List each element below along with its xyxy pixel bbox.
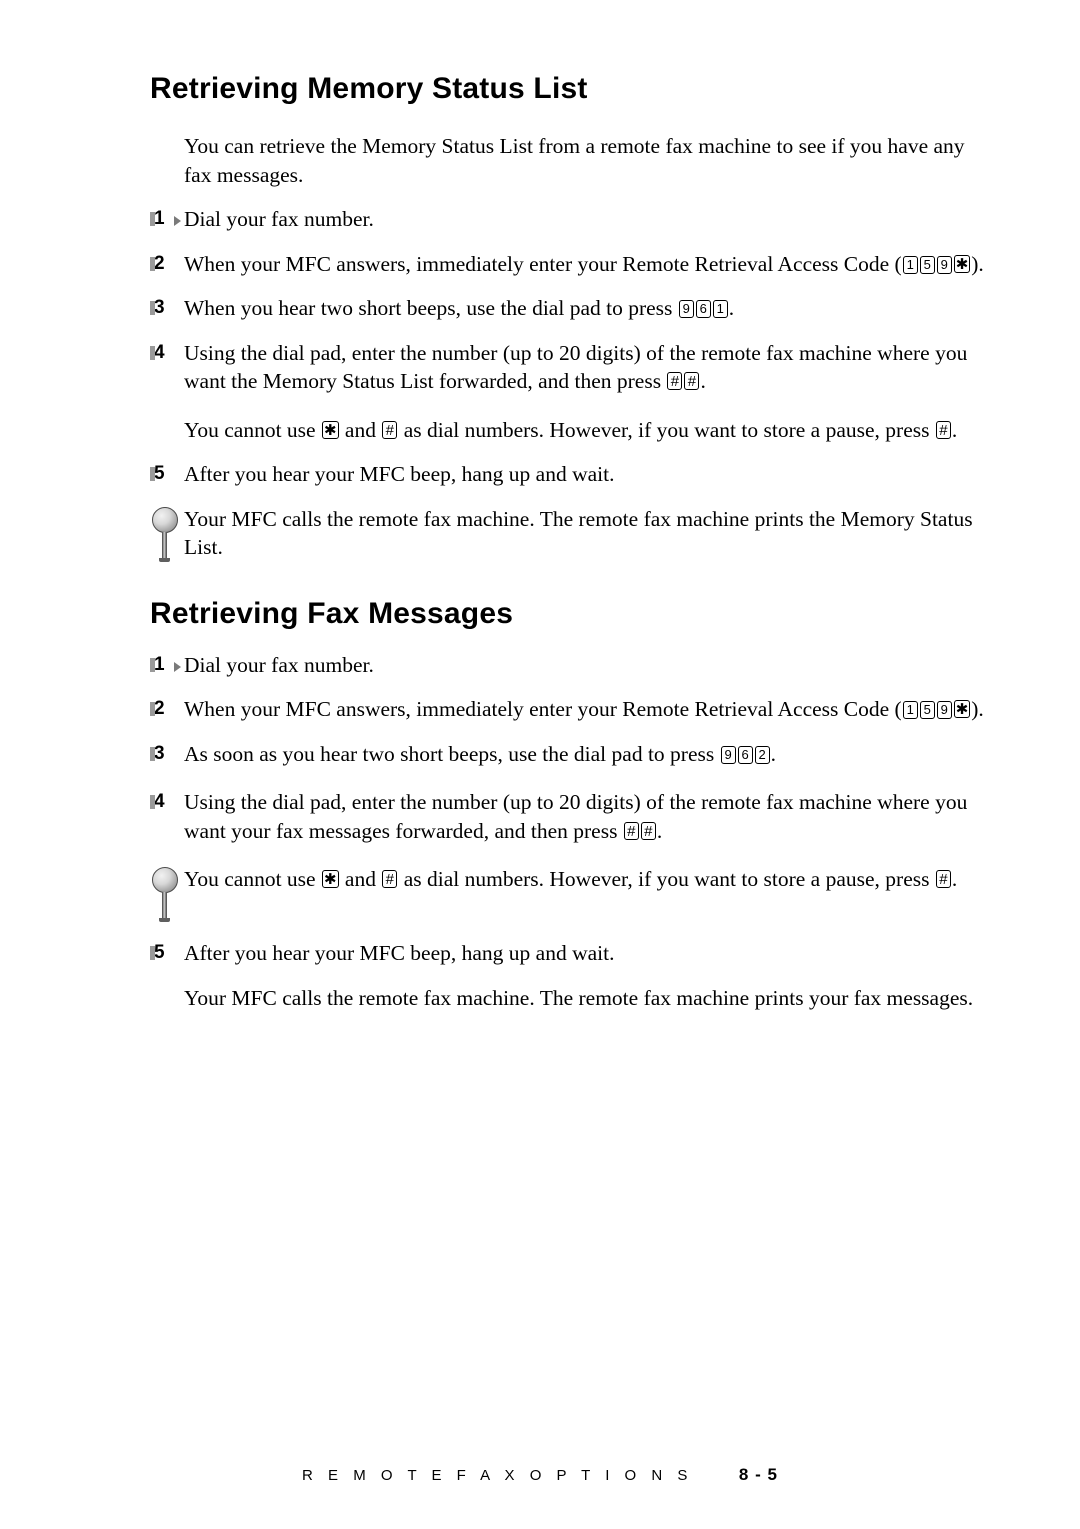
dial-key-9: 9 (678, 300, 694, 318)
step-number: 5 (150, 939, 184, 968)
page-content: Retrieving Memory Status List You can re… (150, 72, 995, 1012)
section1-intro: You can retrieve the Memory Status List … (184, 134, 965, 187)
section2-step-2: 2 When your MFC answers, immediately ent… (150, 695, 995, 724)
step-number: 4 (150, 339, 184, 368)
dial-key-9: 9 (720, 745, 736, 764)
step-number: 1 (150, 205, 184, 234)
step-text: After you hear your MFC beep, hang up an… (184, 941, 615, 965)
step-number: 3 (150, 740, 184, 769)
section1-note: You cannot use ✱ and # as dial numbers. … (184, 417, 958, 442)
dial-key-hash: # (935, 870, 951, 888)
section2-closing: Your MFC calls the remote fax machine. T… (184, 985, 974, 1010)
lightbulb-base (159, 918, 170, 922)
section2-step-4: 4 Using the dial pad, enter the number (… (150, 788, 995, 845)
footer-page-number: 8 - 5 (738, 1465, 778, 1484)
dial-key-hash: # (935, 420, 951, 439)
section1-step-4: 4 Using the dial pad, enter the number (… (150, 339, 995, 396)
lightbulb-icon (150, 505, 184, 563)
page-footer: R E M O T E F A X O P T I O N S 8 - 5 (0, 1465, 1080, 1485)
step-text: As soon as you hear two short beeps, use… (184, 741, 776, 766)
lightbulb-icon (150, 865, 184, 923)
dial-key-5: 5 (919, 255, 935, 274)
lightbulb-glass (152, 506, 178, 533)
document-page: Retrieving Memory Status List You can re… (0, 0, 1080, 1529)
dial-key-star: ✱ (321, 870, 339, 888)
dial-key-hash: # (667, 372, 683, 390)
dial-key-star: ✱ (321, 420, 339, 439)
step-text: Using the dial pad, enter the number (up… (184, 340, 968, 394)
lightbulb-stem (162, 531, 167, 560)
section2-title: Retrieving Fax Messages (150, 596, 514, 630)
dial-key-2: 2 (754, 745, 770, 764)
dial-key-star: ✱ (953, 254, 971, 273)
dial-key-hash: # (684, 372, 700, 390)
dial-key-hash: # (382, 870, 398, 888)
section2-step-1: 1 Dial your fax number. (150, 651, 995, 680)
step-text: Dial your fax number. (184, 207, 374, 231)
step-number: 1 (150, 651, 184, 680)
dial-key-5: 5 (919, 701, 935, 719)
step-text: When your MFC answers, immediately enter… (184, 697, 984, 721)
lightbulb-stem (162, 892, 167, 920)
section1-bulb-note: Your MFC calls the remote fax machine. T… (150, 505, 995, 563)
dial-key-1: 1 (902, 255, 918, 274)
step-number: 2 (150, 695, 184, 724)
lightbulb-base (159, 557, 170, 562)
lightbulb-glass (152, 867, 178, 893)
bulb-note-text: Your MFC calls the remote fax machine. T… (184, 506, 973, 560)
dial-key-hash: # (623, 821, 639, 840)
step-text: When you hear two short beeps, use the d… (184, 296, 735, 320)
bulb-note-text: You cannot use ✱ and # as dial numbers. … (184, 867, 958, 891)
section1-step-3: 3 When you hear two short beeps, use the… (150, 294, 995, 323)
step-number: 4 (150, 788, 184, 817)
step-text: Dial your fax number. (184, 652, 374, 677)
step-text: Using the dial pad, enter the number (up… (184, 790, 968, 843)
dial-key-6: 6 (737, 745, 753, 764)
section2-bulb-note: You cannot use ✱ and # as dial numbers. … (150, 865, 995, 923)
step-text: After you hear your MFC beep, hang up an… (184, 462, 615, 486)
dial-key-9: 9 (936, 255, 952, 274)
section1-step-5: 5 After you hear your MFC beep, hang up … (150, 460, 995, 489)
dial-key-star: ✱ (953, 700, 971, 718)
section1-step-1: 1 Dial your fax number. (150, 205, 995, 234)
step-text: When your MFC answers, immediately enter… (184, 251, 984, 276)
dial-key-1: 1 (902, 701, 918, 719)
step-number: 3 (150, 294, 184, 323)
section2-step-5: 5 After you hear your MFC beep, hang up … (150, 939, 995, 968)
step-number: 5 (150, 460, 184, 489)
section2-step-3: 3 As soon as you hear two short beeps, u… (150, 740, 995, 769)
dial-key-hash: # (382, 420, 398, 439)
step-number: 2 (150, 250, 184, 279)
footer-section-name: R E M O T E F A X O P T I O N S (302, 1467, 693, 1484)
page-title: Retrieving Memory Status List (150, 72, 588, 105)
dial-key-hash: # (640, 821, 656, 840)
section1-step-2: 2 When your MFC answers, immediately ent… (150, 250, 995, 279)
dial-key-9: 9 (936, 701, 952, 719)
dial-key-1: 1 (712, 300, 728, 318)
dial-key-6: 6 (695, 300, 711, 318)
